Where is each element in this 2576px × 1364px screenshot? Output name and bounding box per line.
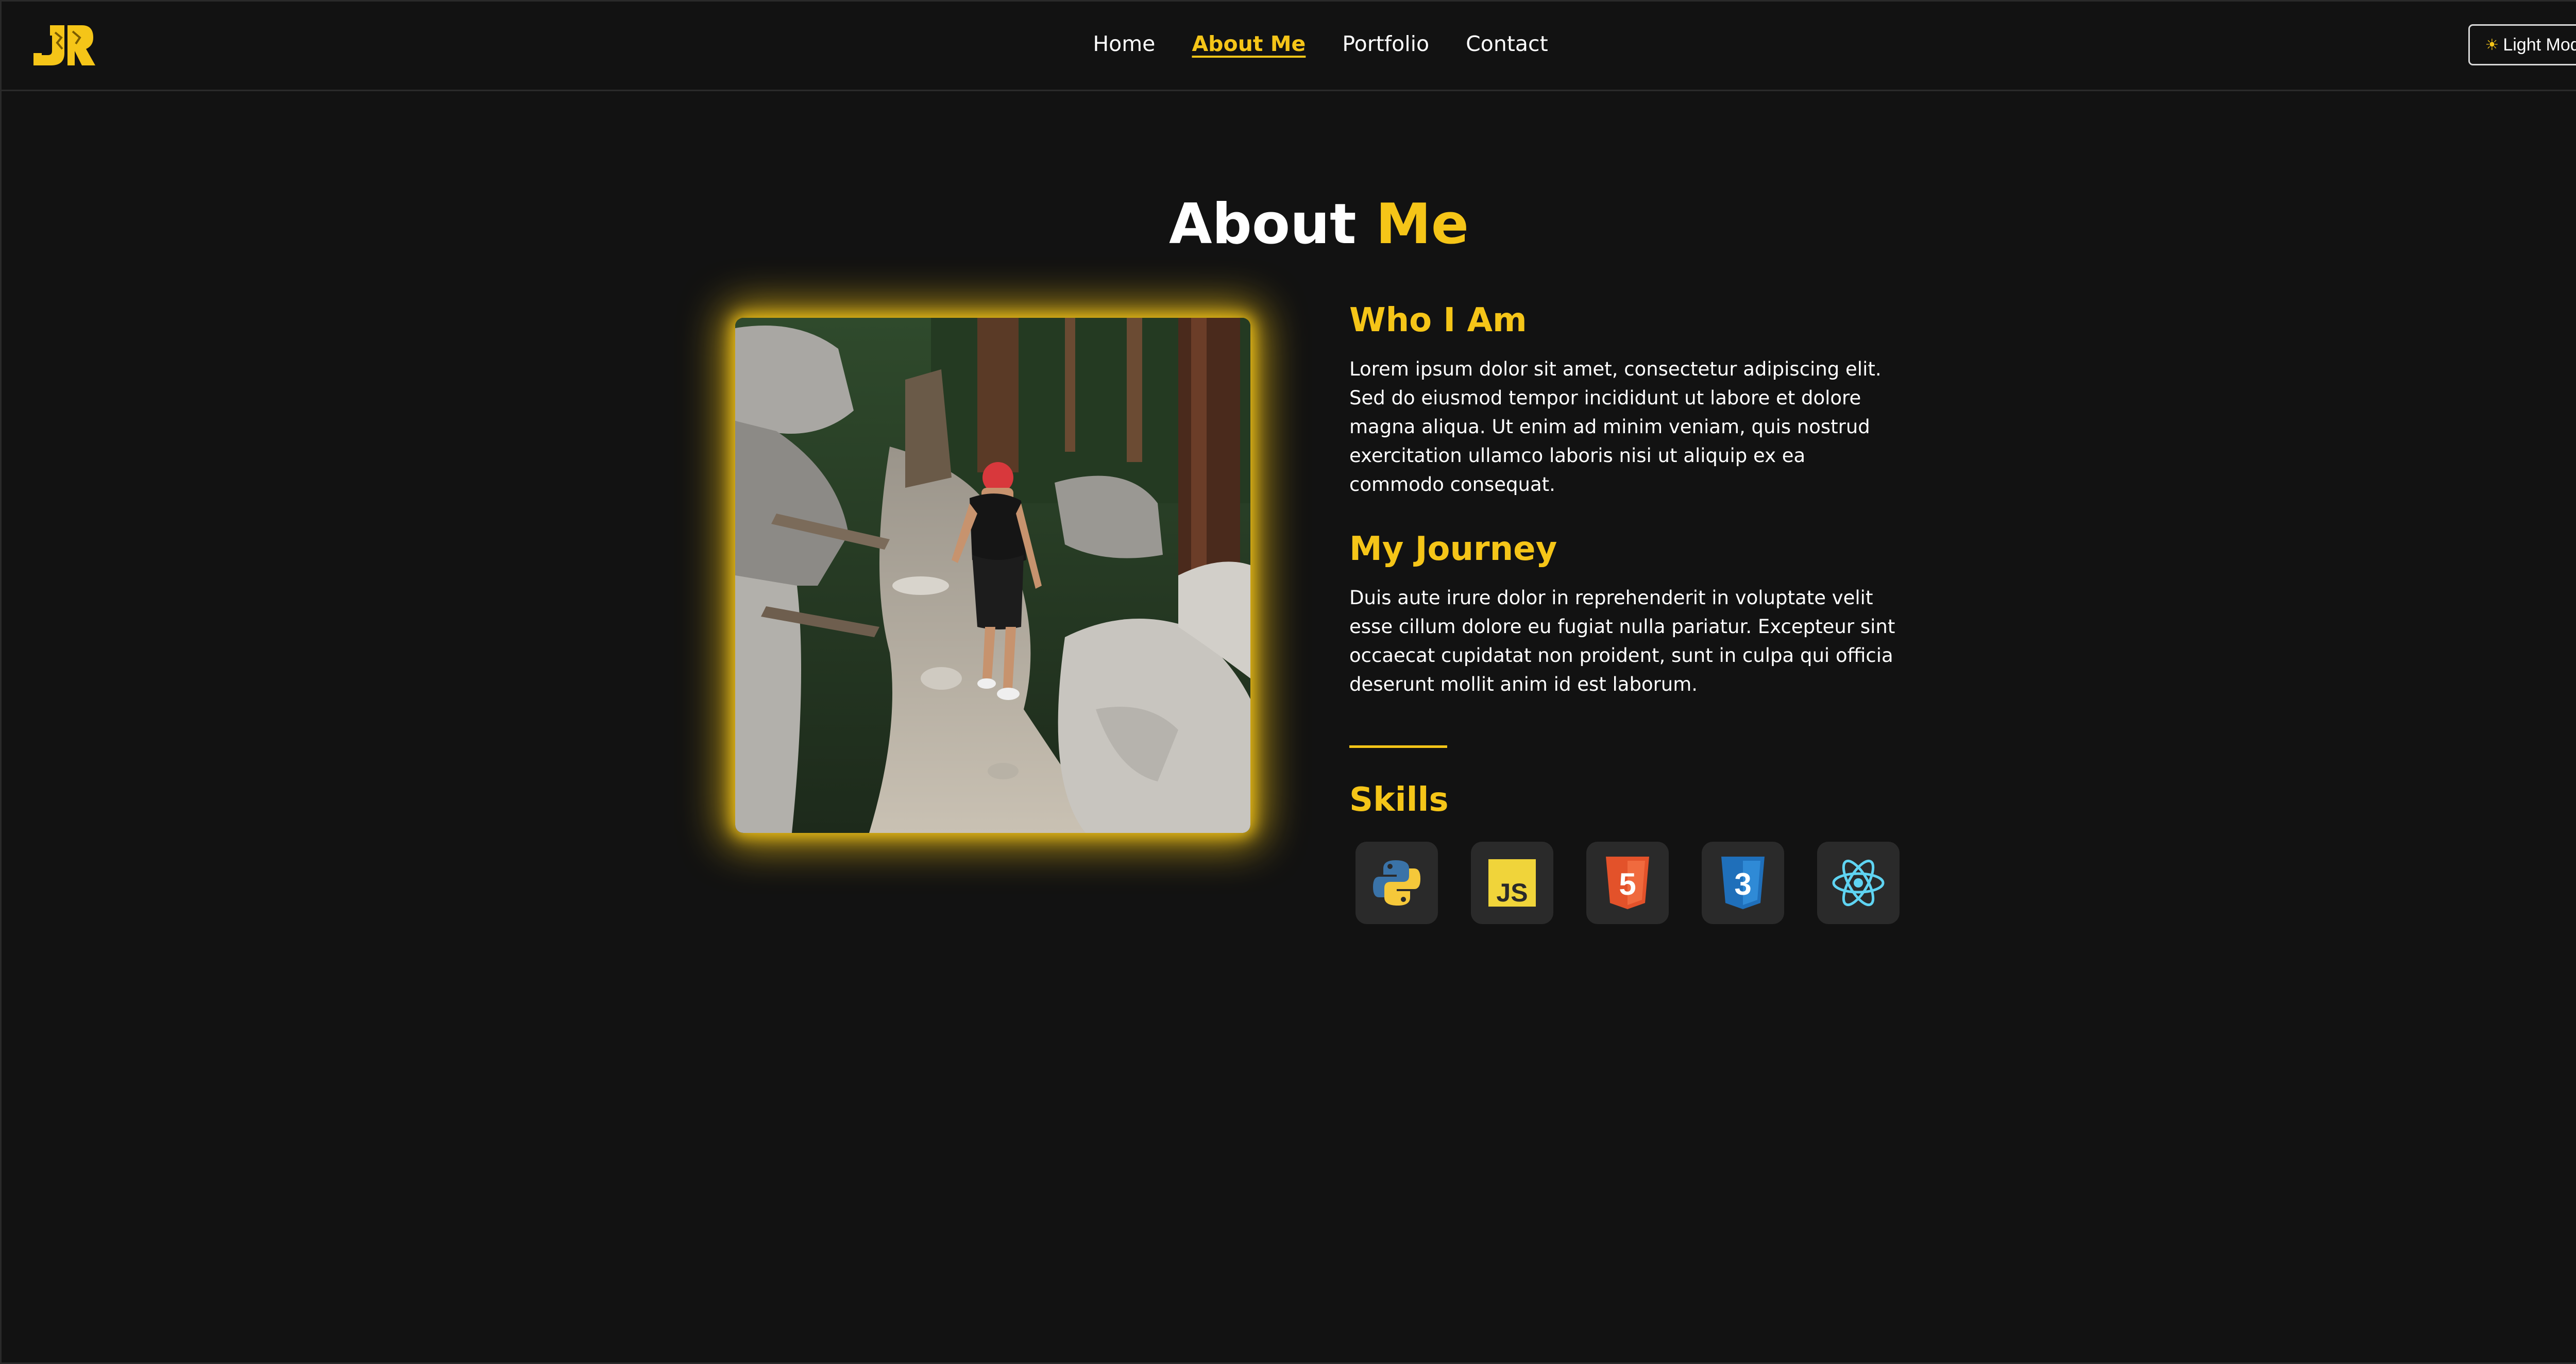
python-icon <box>1373 860 1420 906</box>
who-i-am-text: Lorem ipsum dolor sit amet, consectetur … <box>1349 358 1882 496</box>
my-journey-heading: My Journey <box>1349 530 1557 568</box>
css3-icon: 3 <box>1721 857 1765 909</box>
skills-heading: Skills <box>1349 781 1449 819</box>
page-title: About Me <box>2 192 2576 257</box>
my-journey-text: Duis aute irure dolor in reprehenderit i… <box>1349 587 1895 695</box>
profile-photo <box>735 318 1250 833</box>
about-content: Who I Am Lorem ipsum dolor sit amet, con… <box>1349 300 1906 924</box>
main-nav: Home About Me Portfolio Contact <box>2 31 2576 56</box>
skill-css3[interactable]: 3 <box>1702 842 1784 924</box>
light-mode-toggle-button[interactable]: ☀ Light Mode <box>2468 24 2576 65</box>
html5-icon: 5 <box>1606 857 1649 909</box>
skill-react[interactable] <box>1817 842 1900 924</box>
skill-python[interactable] <box>1355 842 1438 924</box>
nav-portfolio[interactable]: Portfolio <box>1342 31 1429 56</box>
light-mode-label: Light Mode <box>2503 35 2576 55</box>
js-label: JS <box>1496 878 1528 907</box>
hiking-photo-illustration <box>735 318 1250 833</box>
page-title-part1: About <box>1169 192 1376 257</box>
sun-icon: ☀ <box>2485 36 2499 54</box>
html5-label: 5 <box>1619 867 1636 901</box>
section-divider <box>1349 745 1447 748</box>
who-i-am-heading: Who I Am <box>1349 301 1527 339</box>
skill-javascript[interactable]: JS <box>1471 842 1553 924</box>
nav-home[interactable]: Home <box>1093 31 1155 56</box>
javascript-icon: JS <box>1488 859 1536 907</box>
skill-html5[interactable]: 5 <box>1586 842 1669 924</box>
react-icon <box>1832 859 1885 907</box>
nav-about-me[interactable]: About Me <box>1192 31 1306 56</box>
page-title-accent: Me <box>1376 192 1469 257</box>
site-header: Home About Me Portfolio Contact ☀ Light … <box>2 2 2576 91</box>
css3-label: 3 <box>1734 867 1751 901</box>
skills-list: JS 5 3 <box>1355 842 1906 924</box>
nav-contact[interactable]: Contact <box>1466 31 1548 56</box>
